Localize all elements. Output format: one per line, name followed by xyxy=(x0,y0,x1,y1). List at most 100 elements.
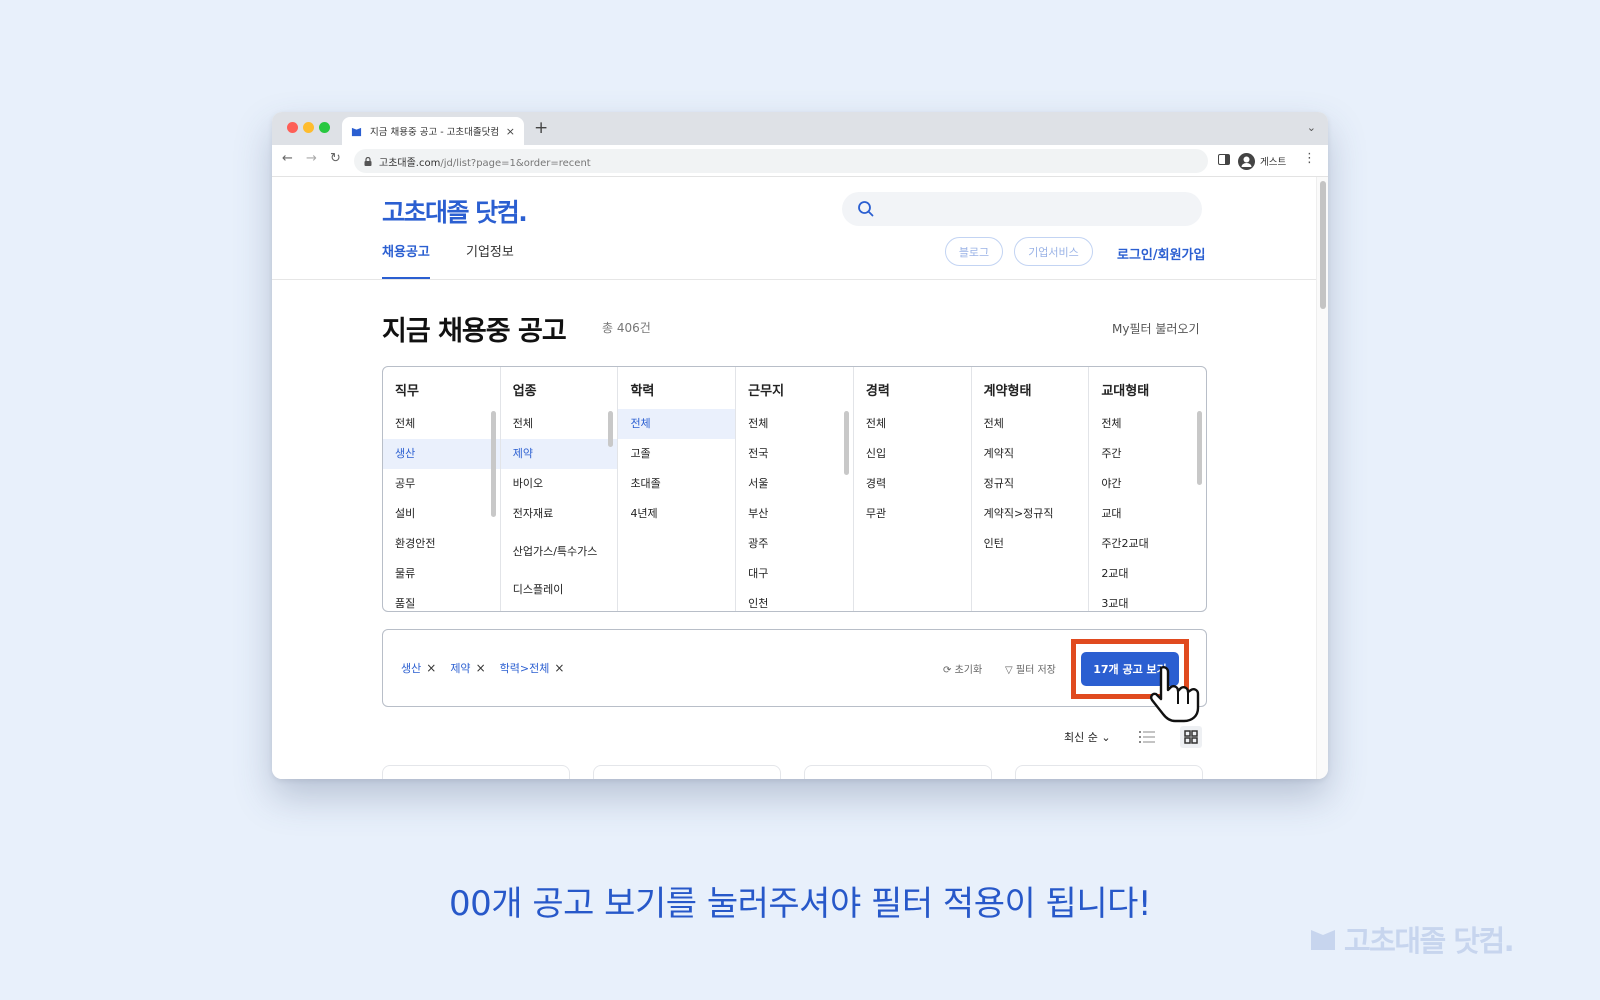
filter-option[interactable]: 부산 xyxy=(736,499,853,529)
filter-option[interactable]: 인턴 xyxy=(972,529,1089,559)
browser-tab-bar: 지금 채용중 공고 - 고초대졸닷컴 × + ⌄ xyxy=(272,112,1328,145)
total-count: 총 406건 xyxy=(602,321,651,335)
filter-option[interactable]: 광주 xyxy=(736,529,853,559)
filter-option[interactable]: 무관 xyxy=(854,499,971,529)
filter-column-header: 업종 xyxy=(512,384,537,399)
address-bar[interactable]: 고초대졸.com/jd/list?page=1&order=recent xyxy=(354,149,1208,173)
site-search-input[interactable] xyxy=(842,192,1202,226)
list-view-icon[interactable] xyxy=(1138,728,1156,746)
filter-chip-label: 학력>전체 xyxy=(499,662,550,675)
filter-option[interactable]: 디스플레이 xyxy=(501,575,618,605)
job-card[interactable] xyxy=(1015,765,1203,779)
filter-column-header: 계약형태 xyxy=(983,384,1032,399)
job-card[interactable] xyxy=(382,765,570,779)
remove-chip-icon[interactable]: × xyxy=(476,661,486,675)
filter-option[interactable]: 대구 xyxy=(736,559,853,589)
filter-option[interactable]: 전체 xyxy=(972,409,1089,439)
company-service-button[interactable]: 기업서비스 xyxy=(1014,237,1093,266)
filter-chip-label: 제약 xyxy=(450,662,471,675)
filter-option[interactable]: 바이오 xyxy=(501,469,618,499)
filter-column-header: 학력 xyxy=(630,384,655,399)
blog-button[interactable]: 블로그 xyxy=(945,237,1003,266)
window-close-dot[interactable] xyxy=(287,122,298,133)
filter-option[interactable]: 경력 xyxy=(854,469,971,499)
grid-view-button[interactable] xyxy=(1180,726,1202,748)
reset-filter-button[interactable]: ⟳ 초기화 xyxy=(943,661,982,676)
filter-option[interactable]: 전체 xyxy=(736,409,853,439)
browser-tab[interactable]: 지금 채용중 공고 - 고초대졸닷컴 × xyxy=(342,117,524,145)
filter-option[interactable]: 고졸 xyxy=(618,439,735,469)
filter-option[interactable]: 계약직 xyxy=(972,439,1089,469)
filter-option[interactable]: 정규직 xyxy=(972,469,1089,499)
filter-option[interactable]: 교대 xyxy=(1089,499,1206,529)
filter-option[interactable]: 서울 xyxy=(736,469,853,499)
job-card[interactable] xyxy=(593,765,781,779)
site-logo[interactable]: 고초대졸 닷컴. xyxy=(382,193,528,229)
window-minimize-dot[interactable] xyxy=(303,122,314,133)
filter-option[interactable]: 3교대 xyxy=(1089,589,1206,611)
filter-option[interactable]: 환경안전 xyxy=(383,529,500,559)
filter-column: 교대형태전체 주간 야간 교대 주간2교대 2교대 3교대 xyxy=(1089,367,1206,611)
forward-button[interactable]: → xyxy=(306,151,317,166)
filter-option[interactable]: 신입 xyxy=(854,439,971,469)
filter-option[interactable]: 전자재료 xyxy=(501,499,618,529)
job-card[interactable] xyxy=(804,765,992,779)
filter-option[interactable]: 주간 xyxy=(1089,439,1206,469)
filter-option[interactable]: 품질 xyxy=(383,589,500,611)
filter-option[interactable]: 2교대 xyxy=(1089,559,1206,589)
filter-option[interactable]: 설비 xyxy=(383,499,500,529)
filter-option[interactable]: 전체 xyxy=(501,409,618,439)
filter-option[interactable]: 제약 xyxy=(500,439,618,469)
filter-option[interactable]: 4년제 xyxy=(618,499,735,529)
hand-pointer-icon xyxy=(1150,666,1200,723)
filter-column: 경력 전체 신입 경력 무관 xyxy=(854,367,972,611)
filter-option[interactable]: 생산 xyxy=(383,439,500,469)
save-filter-button[interactable]: ▽ 필터 저장 xyxy=(1005,661,1056,676)
window-zoom-dot[interactable] xyxy=(319,122,330,133)
tab-search-chevron-icon[interactable]: ⌄ xyxy=(1307,121,1316,134)
reload-button[interactable]: ↻ xyxy=(330,151,341,166)
page-title: 지금 채용중 공고 xyxy=(382,316,567,347)
filter-icon: ▽ xyxy=(1005,665,1016,676)
filter-column-scrollbar[interactable] xyxy=(490,411,496,517)
filter-column-header: 교대형태 xyxy=(1101,384,1150,399)
watermark-logo: 고초대졸 닷컴. xyxy=(1310,918,1515,960)
load-my-filter-link[interactable]: My필터 불러오기 xyxy=(1112,320,1200,337)
tab-job-postings[interactable]: 채용공고 xyxy=(382,241,430,260)
selected-filter-bar: 생산 × 제약 × 학력>전체 × ⟳ 초기화 ▽ 필터 저장 17개 공고 보기 xyxy=(382,629,1207,723)
filter-chip: 생산 × xyxy=(401,660,436,676)
filter-option[interactable]: 산업가스/특수가스 xyxy=(501,529,618,575)
remove-chip-icon[interactable]: × xyxy=(554,661,564,675)
login-signup-link[interactable]: 로그인/회원가입 xyxy=(1117,244,1205,263)
filter-option[interactable]: 초대졸 xyxy=(618,469,735,499)
new-tab-button[interactable]: + xyxy=(534,118,548,138)
filter-chip-label: 생산 xyxy=(401,662,422,675)
sort-dropdown[interactable]: 최신 순 ⌄ xyxy=(1064,729,1111,745)
tab-company-info[interactable]: 기업정보 xyxy=(466,241,514,260)
filter-option[interactable]: 전체 xyxy=(854,409,971,439)
filter-option[interactable]: 공무 xyxy=(383,469,500,499)
filter-option[interactable]: 야간 xyxy=(1089,469,1206,499)
tab-close-icon[interactable]: × xyxy=(506,125,515,138)
logo-mark-icon xyxy=(1311,930,1335,950)
remove-chip-icon[interactable]: × xyxy=(426,661,436,675)
filter-column-scrollbar[interactable] xyxy=(843,411,849,475)
filter-option[interactable]: 전체 xyxy=(1089,409,1206,439)
back-button[interactable]: ← xyxy=(282,151,293,166)
filter-option[interactable]: 전국 xyxy=(736,439,853,469)
profile-button[interactable]: 게스트 xyxy=(1238,149,1286,173)
filter-option[interactable]: 전체 xyxy=(383,409,500,439)
filter-chip: 제약 × xyxy=(450,660,485,676)
filter-option[interactable]: 물류 xyxy=(383,559,500,589)
filter-option[interactable]: 주간2교대 xyxy=(1089,529,1206,559)
filter-option[interactable]: 전체 xyxy=(618,409,736,439)
filter-option[interactable]: 계약직>정규직 xyxy=(972,499,1089,529)
side-panel-icon[interactable] xyxy=(1218,154,1230,165)
filter-column-scrollbar[interactable] xyxy=(1197,411,1203,485)
sort-label: 최신 순 xyxy=(1064,731,1098,744)
page-scrollbar[interactable] xyxy=(1316,177,1328,779)
scroll-thumb[interactable] xyxy=(1320,181,1326,309)
filter-option[interactable]: 인천 xyxy=(736,589,853,611)
browser-menu-icon[interactable]: ⋮ xyxy=(1303,151,1316,166)
filter-column-scrollbar[interactable] xyxy=(608,411,614,447)
